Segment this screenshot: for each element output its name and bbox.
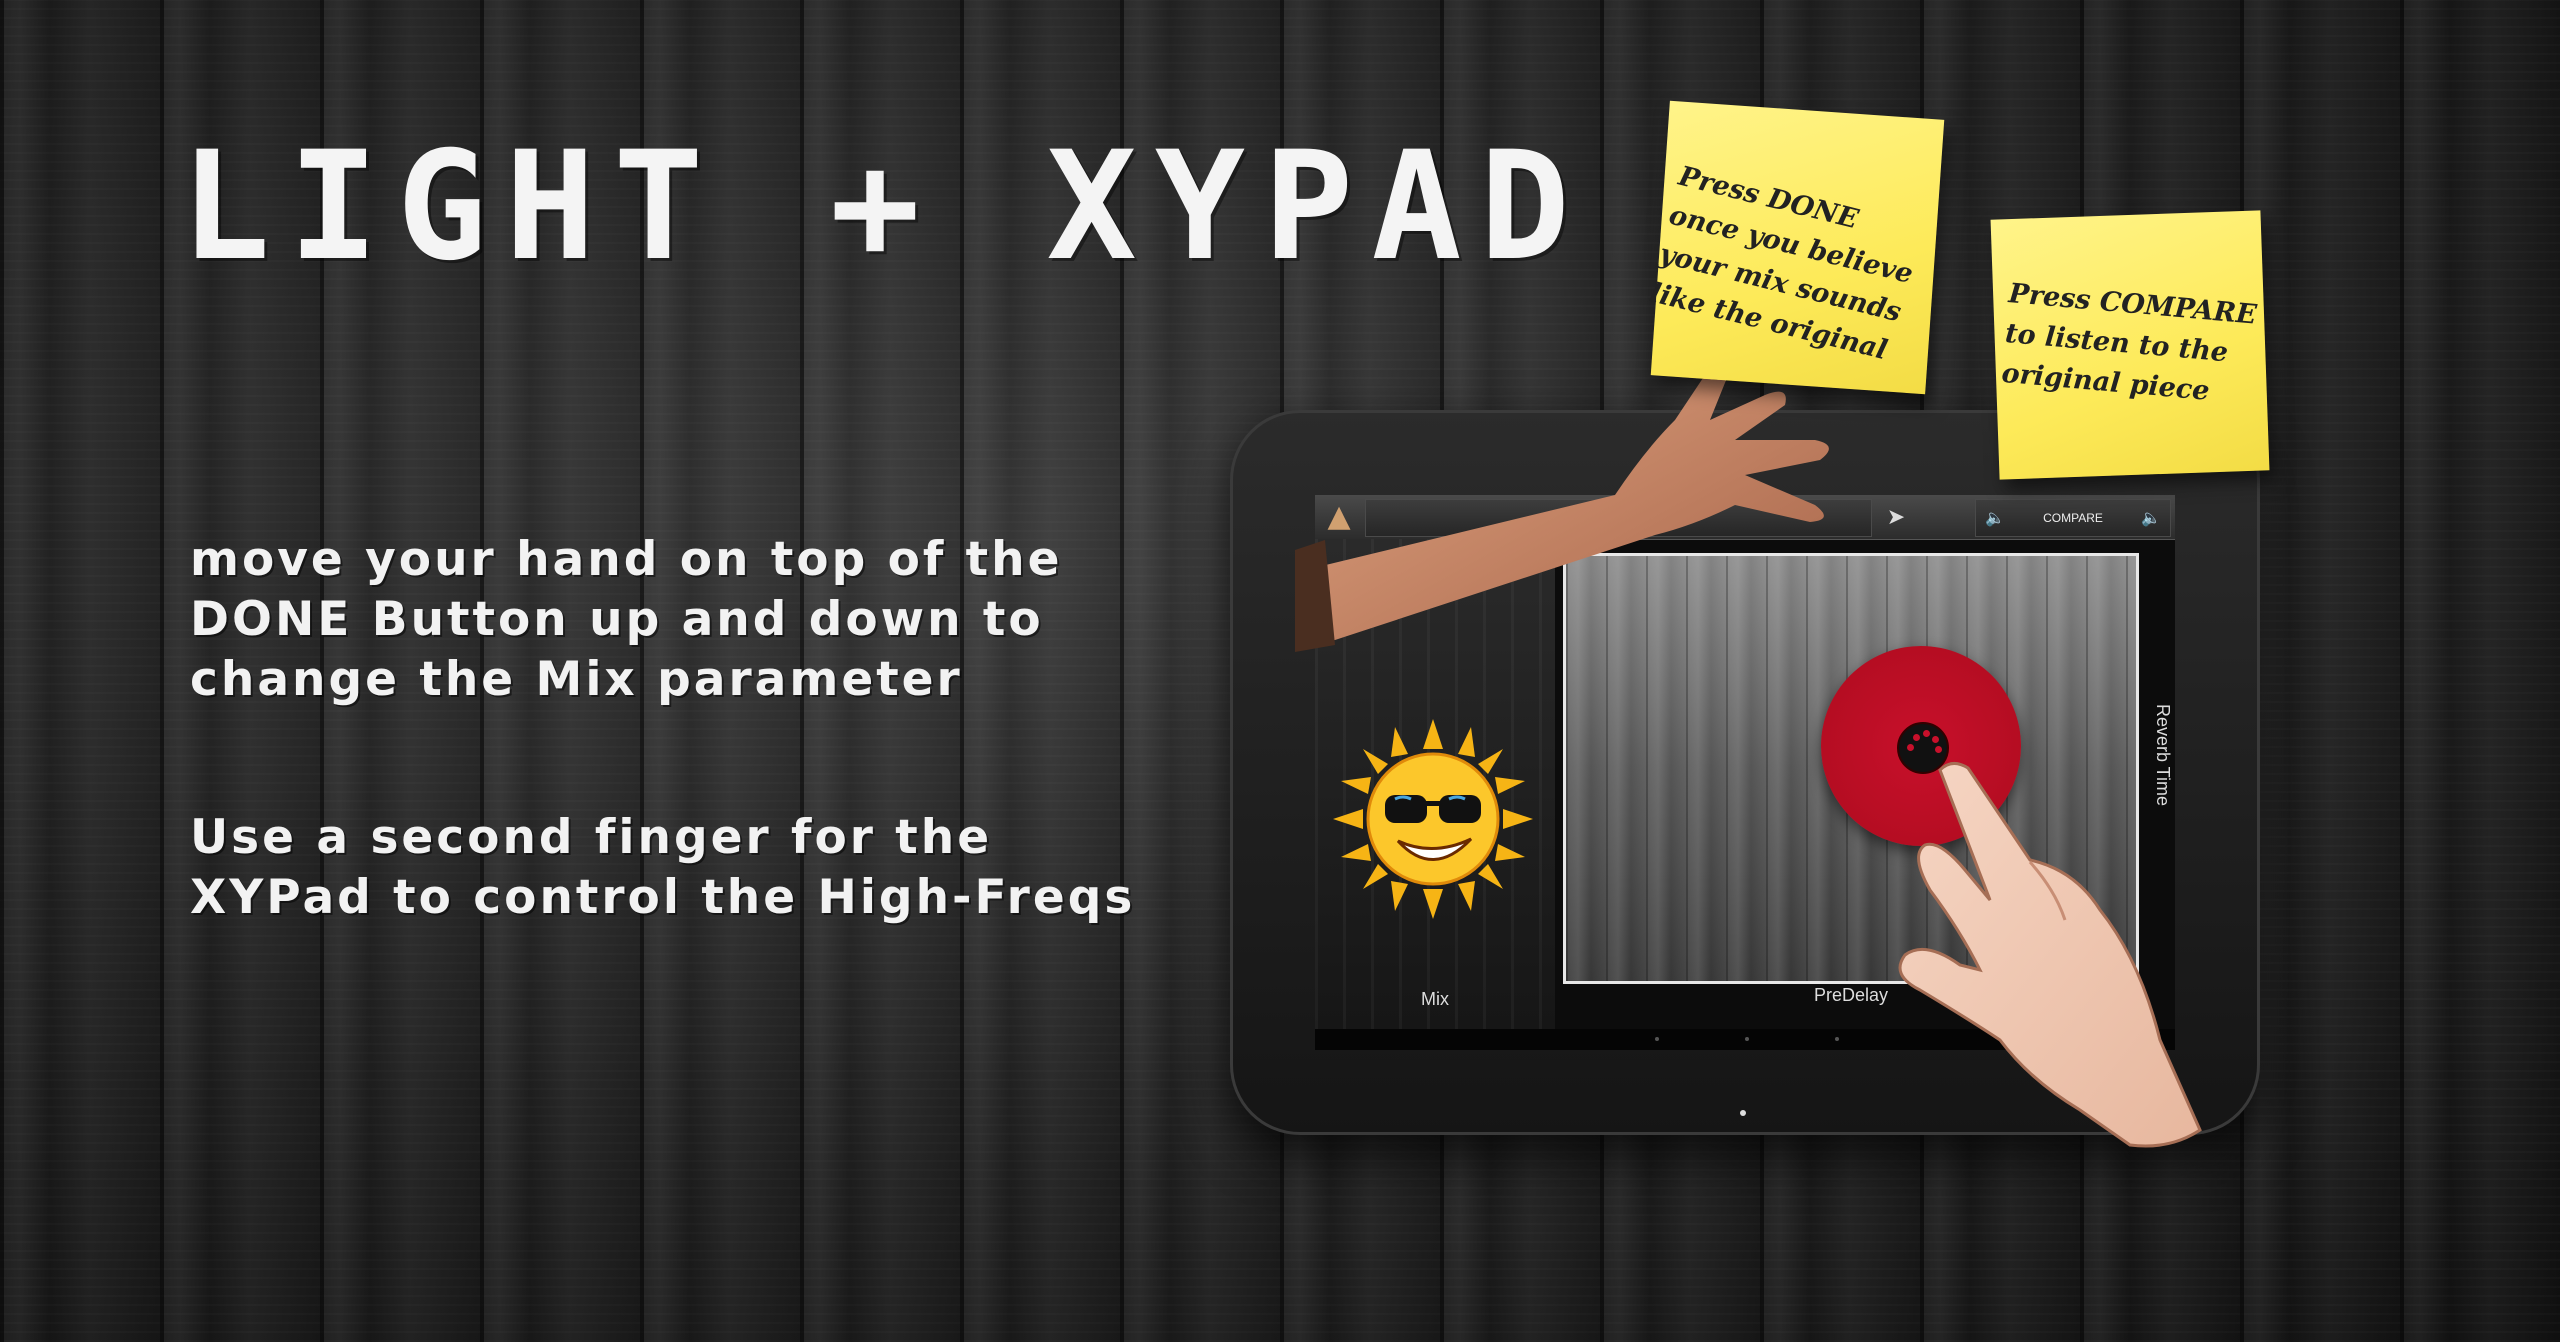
speaker-icon: 🔈 bbox=[1985, 508, 2005, 527]
instruction-line: DONE Button up and down to bbox=[190, 592, 1044, 647]
instruction-line: XYPad to control the High-Freqs bbox=[190, 870, 1136, 925]
instruction-line: Use a second finger for the bbox=[190, 810, 993, 865]
sticky-note-done: Press DONE once you believe your mix sou… bbox=[1647, 100, 1945, 395]
instruction-line: change the Mix parameter bbox=[190, 652, 963, 707]
sun-with-sunglasses-icon bbox=[1333, 719, 1533, 919]
compare-button[interactable]: 🔈 COMPARE 🔈 bbox=[1975, 499, 2171, 537]
finger-hand-icon bbox=[1898, 762, 2202, 1148]
headline: LIGHT + XYPAD bbox=[180, 120, 1588, 294]
speaker-icon: 🔈 bbox=[2141, 508, 2161, 527]
mix-label: Mix bbox=[1421, 989, 1449, 1009]
instructions-mix: move your hand on top of the DONE Button… bbox=[190, 530, 1063, 710]
compare-label: COMPARE bbox=[2043, 511, 2103, 525]
home-indicator bbox=[1740, 1110, 1746, 1116]
play-icon[interactable]: ➤ bbox=[1876, 500, 1916, 536]
instruction-line: move your hand on top of the bbox=[190, 532, 1063, 587]
instructions-xypad: Use a second finger for the XYPad to con… bbox=[190, 808, 1135, 928]
sticky-note-compare: Press COMPARE to listen to the original … bbox=[1990, 210, 2270, 480]
